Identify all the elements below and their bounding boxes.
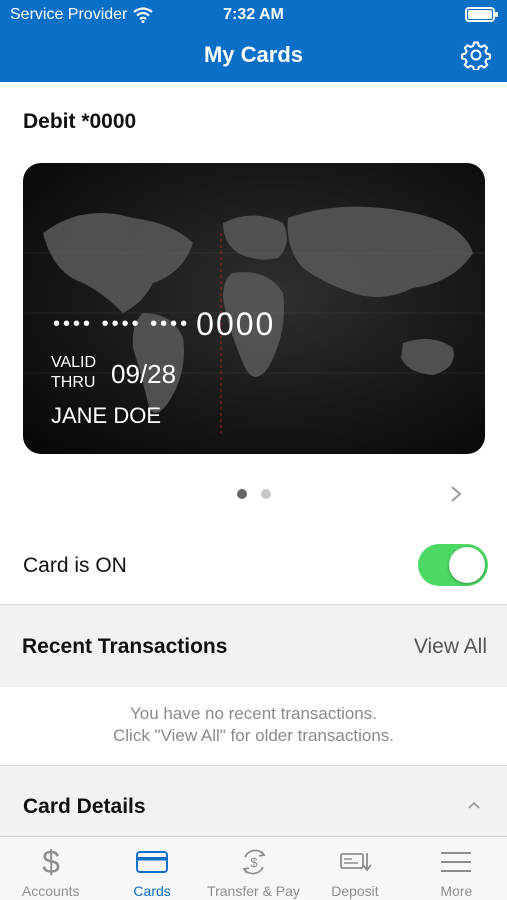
tab-label: More bbox=[440, 883, 473, 899]
tab-more[interactable]: More bbox=[406, 837, 507, 900]
recent-transactions-title: Recent Transactions bbox=[22, 635, 228, 658]
tab-label: Deposit bbox=[331, 883, 379, 899]
menu-icon bbox=[441, 852, 472, 872]
tab-cards[interactable]: Cards bbox=[101, 837, 202, 900]
valid-thru-label: VALID THRU bbox=[51, 353, 111, 393]
card-holder-name: JANE DOE bbox=[51, 403, 162, 428]
pager-dot-2[interactable] bbox=[260, 489, 271, 499]
svg-text:$: $ bbox=[42, 845, 60, 879]
svg-text:$: $ bbox=[250, 855, 258, 870]
debit-card[interactable]: •••• •••• •••• 0000 VALID THRU 09/28 JAN… bbox=[23, 163, 485, 454]
card-status-label: Card is ON bbox=[23, 554, 127, 577]
empty-transactions-message: You have no recent transactions. Click "… bbox=[0, 703, 507, 747]
gear-icon[interactable] bbox=[461, 40, 491, 70]
valid-label-line2: THRU bbox=[51, 374, 96, 391]
card-icon bbox=[136, 851, 169, 873]
toggle-knob bbox=[449, 547, 485, 583]
card-pager bbox=[0, 489, 507, 499]
empty-line-2: Click "View All" for older transactions. bbox=[112, 726, 395, 745]
tab-accounts[interactable]: $ Accounts bbox=[0, 837, 101, 900]
card-number-mask: •••• •••• •••• bbox=[53, 313, 191, 335]
chevron-right-icon[interactable] bbox=[449, 484, 463, 504]
card-title: Debit *0000 bbox=[23, 110, 137, 133]
card-number: •••• •••• •••• 0000 bbox=[53, 306, 275, 343]
battery-icon bbox=[465, 7, 498, 22]
empty-line-1: You have no recent transactions. bbox=[130, 704, 377, 723]
card-details-title: Card Details bbox=[23, 795, 146, 818]
page-title: My Cards bbox=[203, 42, 304, 67]
tab-deposit[interactable]: Deposit bbox=[304, 837, 405, 900]
recent-transactions-header: Recent Transactions View All bbox=[0, 605, 507, 687]
dollar-icon: $ bbox=[42, 845, 60, 879]
chevron-up-icon[interactable] bbox=[467, 800, 481, 810]
card-status-toggle[interactable] bbox=[418, 544, 488, 586]
check-deposit-icon bbox=[340, 853, 372, 872]
tab-label: Cards bbox=[133, 883, 171, 899]
tab-label: Transfer & Pay bbox=[207, 883, 300, 899]
tab-bar: $ Accounts Cards $ Transfer & Pay Deposi… bbox=[0, 836, 507, 900]
valid-label-line1: VALID bbox=[51, 354, 97, 371]
card-details-section[interactable]: Card Details bbox=[0, 766, 507, 836]
tab-label: Accounts bbox=[21, 883, 80, 899]
view-all-link[interactable]: View All bbox=[414, 635, 487, 659]
card-expiry: 09/28 bbox=[111, 359, 177, 389]
card-last4: 0000 bbox=[196, 306, 276, 342]
app-header: Service Provider 7:32 AM My Cards bbox=[0, 0, 507, 82]
tab-transfer-pay[interactable]: $ Transfer & Pay bbox=[203, 837, 304, 900]
status-bar: Service Provider 7:32 AM bbox=[0, 0, 507, 30]
transfer-icon: $ bbox=[241, 849, 266, 875]
status-time: 7:32 AM bbox=[223, 6, 284, 23]
pager-dot-1[interactable] bbox=[236, 489, 247, 499]
card-status-row: Card is ON bbox=[0, 530, 507, 604]
